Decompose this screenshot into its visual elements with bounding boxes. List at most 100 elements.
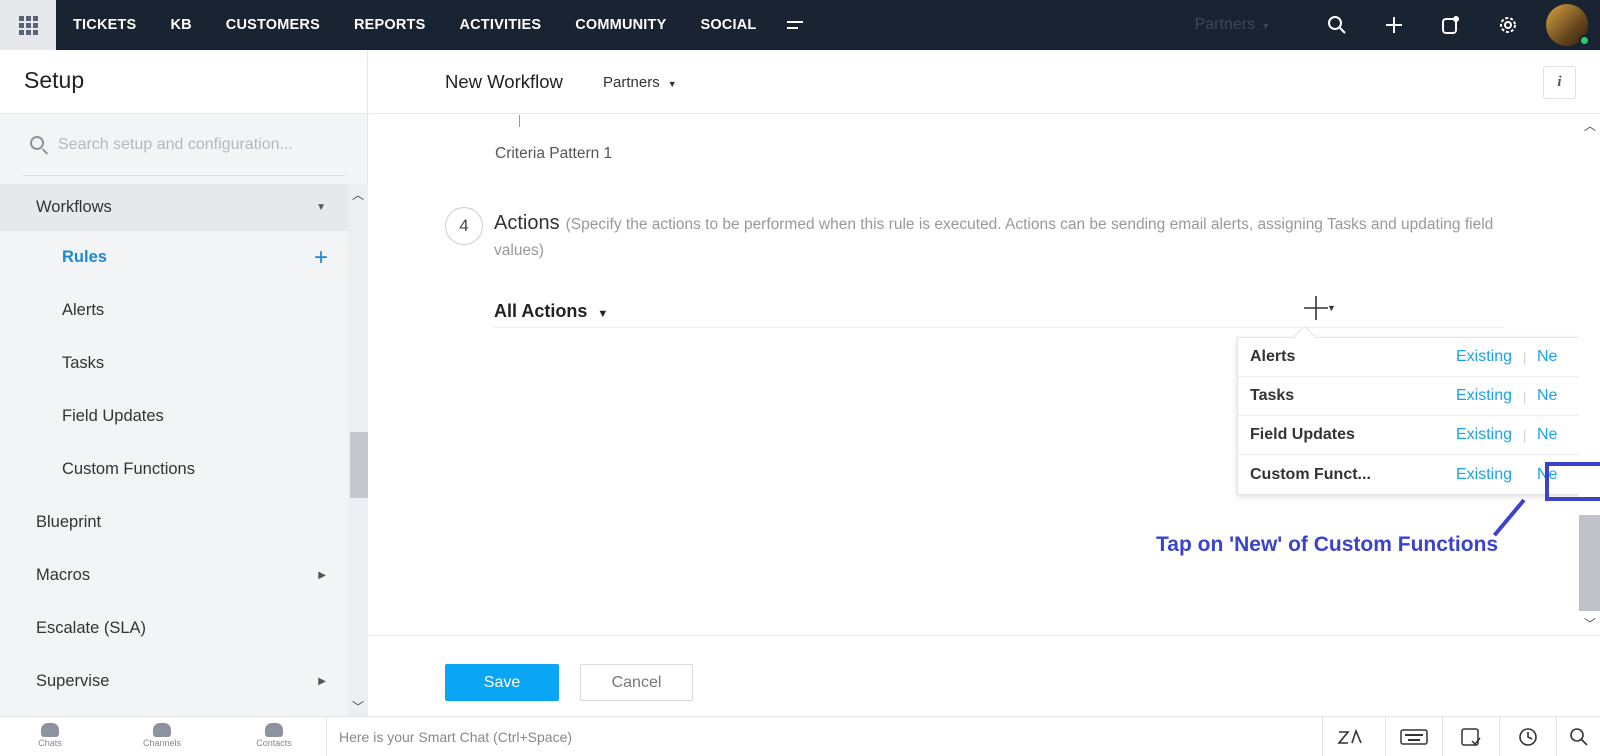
- separator: |: [1523, 349, 1527, 365]
- nav-social[interactable]: SOCIAL: [683, 17, 773, 33]
- info-button[interactable]: i: [1543, 66, 1576, 99]
- custom-functions-existing-link[interactable]: Existing: [1456, 466, 1512, 484]
- nav-reports[interactable]: REPORTS: [337, 17, 443, 33]
- add-action-button[interactable]: ▼: [1303, 295, 1336, 328]
- bottom-bar: Chats Channels Contacts Here is your Sma…: [0, 716, 1600, 756]
- caret-right-icon: ▶: [318, 570, 326, 581]
- all-actions-filter[interactable]: All Actions ▼: [494, 301, 608, 322]
- field-updates-existing-link[interactable]: Existing: [1456, 426, 1512, 444]
- dropdown-row-tasks: Tasks Existing | Ne: [1238, 377, 1581, 416]
- tasks-new-link[interactable]: Ne: [1537, 387, 1557, 405]
- department-switcher[interactable]: Partners ▼: [1195, 16, 1270, 34]
- sidebar-item-escalate-sla[interactable]: Escalate (SLA): [0, 602, 348, 655]
- search-placeholder: Search setup and configuration...: [58, 135, 293, 153]
- menu-lines-icon[interactable]: [773, 15, 819, 36]
- tab-label: Channels: [142, 738, 182, 748]
- dropdown-row-label: Tasks: [1250, 387, 1295, 404]
- channels-tab[interactable]: Channels: [112, 723, 212, 748]
- sidebar-item-label: Alerts: [62, 301, 105, 319]
- alerts-new-link[interactable]: Ne: [1537, 348, 1557, 366]
- sidebar-item-label: Rules: [62, 248, 107, 266]
- setup-menu: Workflows ▼ Rules + Alerts Tasks Field U…: [0, 184, 348, 708]
- sidebar-item-macros[interactable]: Macros ▶: [0, 549, 348, 602]
- annotation-highlight-box: [1545, 462, 1600, 501]
- scroll-down-icon[interactable]: ﹀: [352, 698, 364, 715]
- nav-kb[interactable]: KB: [153, 17, 208, 33]
- chats-tab[interactable]: Chats: [0, 723, 100, 748]
- apps-grid-icon: [18, 15, 38, 35]
- sidebar-item-rules[interactable]: Rules +: [0, 231, 348, 284]
- content-scroll-thumb[interactable]: [1579, 515, 1600, 611]
- compose-icon[interactable]: [1422, 0, 1479, 50]
- sidebar-item-tasks[interactable]: Tasks: [0, 337, 348, 390]
- chat-bubble-icon: [41, 723, 59, 737]
- sidebar-item-custom-functions[interactable]: Custom Functions: [0, 443, 348, 496]
- dropdown-row-custom-functions: Custom Funct... Existing Ne: [1238, 455, 1581, 494]
- scroll-up-icon[interactable]: ︿: [1584, 117, 1596, 134]
- tab-label: Chats: [38, 738, 62, 748]
- main-nav: TICKETS KB CUSTOMERS REPORTS ACTIVITIES …: [56, 0, 819, 50]
- save-button[interactable]: Save: [445, 664, 559, 701]
- nav-customers[interactable]: CUSTOMERS: [209, 17, 337, 33]
- nav-tickets[interactable]: TICKETS: [56, 17, 153, 33]
- sidebar-item-label: Macros: [36, 566, 91, 584]
- clock-icon[interactable]: [1499, 717, 1556, 756]
- sidebar-item-label: Supervise: [36, 672, 110, 690]
- group-icon: [153, 723, 171, 737]
- sidebar-item-label: Tasks: [62, 354, 105, 372]
- apps-grid-button[interactable]: [0, 0, 56, 50]
- contacts-tab[interactable]: Contacts: [224, 723, 324, 748]
- gear-icon[interactable]: [1479, 0, 1536, 50]
- field-updates-new-link[interactable]: Ne: [1537, 426, 1557, 444]
- sidebar-item-field-updates[interactable]: Field Updates: [0, 390, 348, 443]
- search-icon: [30, 136, 44, 150]
- tasks-existing-link[interactable]: Existing: [1456, 387, 1512, 405]
- workflow-department-select[interactable]: Partners ▼: [603, 74, 677, 91]
- actions-section-header: Actions (Specify the actions to be perfor…: [494, 210, 1494, 264]
- caret-down-icon: ▼: [597, 308, 609, 320]
- nav-activities[interactable]: ACTIVITIES: [442, 17, 558, 33]
- sidebar-scroll-thumb[interactable]: [350, 432, 368, 498]
- scroll-down-icon[interactable]: ﹀: [1584, 615, 1596, 632]
- caret-down-icon: ▼: [316, 202, 326, 213]
- dropdown-row-alerts: Alerts Existing | Ne: [1238, 338, 1581, 377]
- sidebar-item-blueprint[interactable]: Blueprint: [0, 496, 348, 549]
- scroll-up-icon[interactable]: ︿: [352, 186, 364, 203]
- caret-down-icon: ▼: [1327, 303, 1336, 313]
- dropdown-row-label: Alerts: [1250, 348, 1296, 365]
- avatar[interactable]: [1546, 4, 1590, 46]
- online-status-dot: [1579, 35, 1590, 46]
- keyboard-icon[interactable]: [1385, 717, 1442, 756]
- dropdown-row-label: Custom Funct...: [1250, 465, 1371, 483]
- setup-search-input[interactable]: Search setup and configuration...: [22, 114, 345, 176]
- divider: [494, 327, 1504, 328]
- caret-right-icon: ▶: [318, 676, 326, 687]
- sidebar-item-workflows[interactable]: Workflows ▼: [0, 184, 348, 231]
- sidebar-item-supervise[interactable]: Supervise ▶: [0, 655, 348, 708]
- cancel-button[interactable]: Cancel: [580, 664, 693, 701]
- search-icon[interactable]: [1556, 717, 1600, 756]
- search-icon[interactable]: [1308, 0, 1365, 50]
- info-icon: i: [1557, 74, 1562, 90]
- nav-community[interactable]: COMMUNITY: [558, 17, 683, 33]
- plus-icon[interactable]: [1365, 0, 1422, 50]
- add-rule-plus-icon[interactable]: +: [314, 244, 328, 272]
- task-checklist-icon[interactable]: [1442, 717, 1499, 756]
- sidebar-item-label: Workflows: [36, 198, 112, 216]
- sidebar-scrollbar[interactable]: ︿ ﹀: [348, 184, 368, 716]
- content-scrollbar[interactable]: ︿ ﹀: [1579, 115, 1600, 635]
- actions-description: (Specify the actions to be performed whe…: [494, 216, 1494, 259]
- sidebar-item-label: Field Updates: [62, 407, 164, 425]
- dropdown-row-label: Field Updates: [1250, 426, 1355, 443]
- workflow-title: New Workflow: [445, 71, 563, 92]
- sidebar-item-alerts[interactable]: Alerts: [0, 284, 348, 337]
- department-label: Partners: [1194, 16, 1256, 33]
- separator: |: [1523, 388, 1527, 404]
- topbar-right: Partners ▼: [1195, 0, 1600, 50]
- alerts-existing-link[interactable]: Existing: [1456, 348, 1512, 366]
- zia-icon[interactable]: [1322, 717, 1379, 756]
- page-title: Setup: [24, 67, 85, 93]
- smart-chat-input[interactable]: Here is your Smart Chat (Ctrl+Space): [326, 717, 1316, 756]
- sidebar-header: Setup: [0, 50, 367, 114]
- workflow-content: Criteria Pattern 1 4 Actions (Specify the…: [369, 115, 1582, 635]
